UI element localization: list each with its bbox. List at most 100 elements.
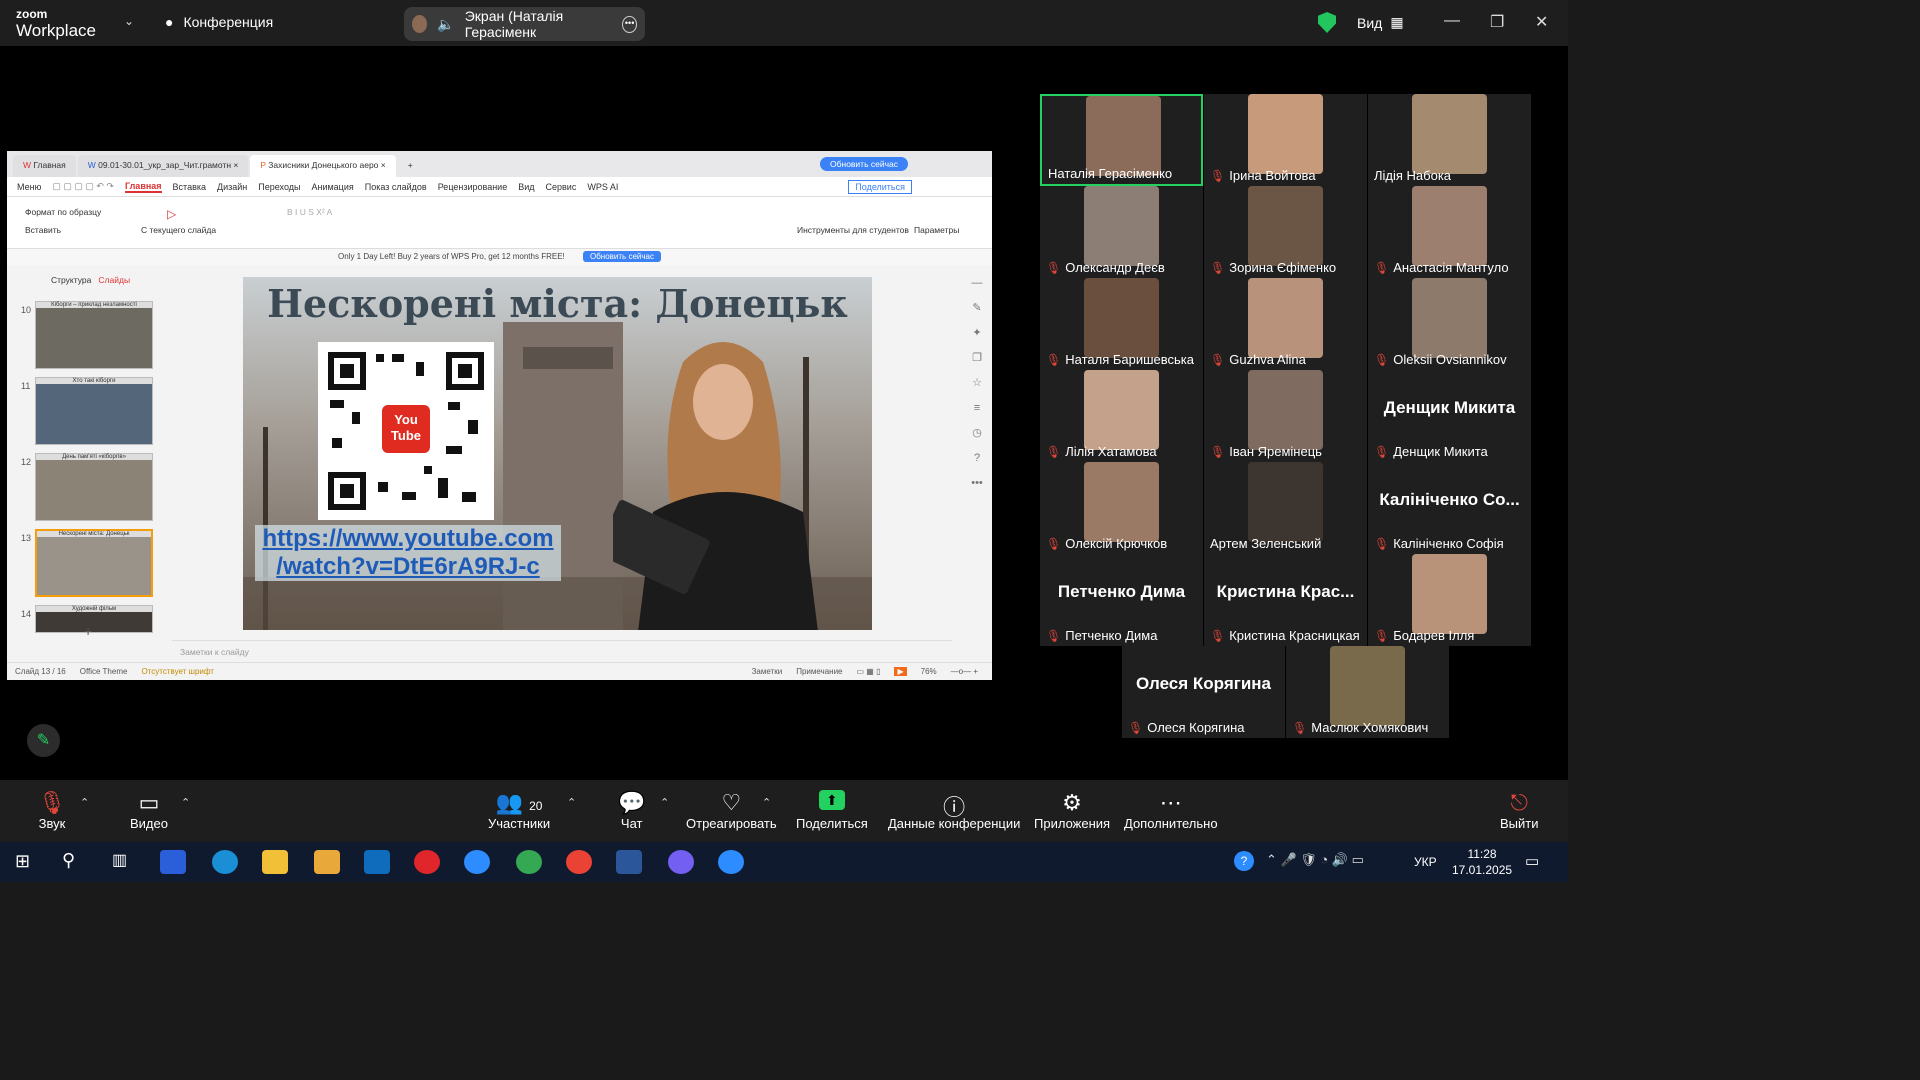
participant-tile[interactable]: 🎙 Лілія Хатамова <box>1040 370 1203 462</box>
play-icon[interactable]: ▷ <box>167 207 176 221</box>
zoom-level[interactable]: 76% <box>921 667 937 676</box>
slide-thumbnail[interactable]: Художній фільм <box>35 605 153 633</box>
store-icon[interactable] <box>314 850 340 874</box>
meeting-menu[interactable]: ● Конференция <box>165 14 273 30</box>
slideshow-icon[interactable]: ▶ <box>894 667 907 676</box>
participants-button[interactable]: 👥 20 Участники <box>488 790 550 831</box>
participant-tile[interactable]: 🎙 Guzhva Alina <box>1204 278 1367 370</box>
shield-icon[interactable] <box>1318 12 1336 33</box>
participant-tile[interactable]: Олеся Корягина 🎙 Олеся Корягина <box>1122 646 1285 738</box>
meeting-info-button[interactable]: ⓘ Данные конференции <box>888 790 1020 831</box>
leave-button[interactable]: ⎋ Выйти <box>1500 790 1539 831</box>
menu-design[interactable]: Дизайн <box>217 182 247 192</box>
language-indicator[interactable]: УКР <box>1414 855 1437 869</box>
add-tab-icon[interactable]: + <box>398 155 423 177</box>
menu-item[interactable]: Меню <box>17 182 41 192</box>
notifications-icon[interactable]: ▭ <box>1525 852 1539 870</box>
paste-button[interactable]: Вставить <box>25 225 61 235</box>
search-icon[interactable]: ⚲ <box>62 850 75 871</box>
participant-tile[interactable]: 🎙 Олександр Деєв <box>1040 186 1203 278</box>
minimize-icon[interactable]: — <box>1444 12 1460 30</box>
participant-tile[interactable]: Лідія Набока <box>1368 94 1531 186</box>
menu-slideshow[interactable]: Показ слайдов <box>365 182 427 192</box>
participant-tile[interactable]: Калініченко Со... 🎙 Калініченко Софія <box>1368 462 1531 554</box>
clock[interactable]: 11:28 17.01.2025 <box>1452 846 1512 878</box>
participant-tile[interactable]: 🎙 Олексій Крючков <box>1040 462 1203 554</box>
tab-slides[interactable]: Слайды <box>98 275 130 285</box>
update-button[interactable]: Обновить сейчас <box>820 157 908 171</box>
more-button[interactable]: ⋯ Дополнительно <box>1124 790 1218 831</box>
side-tool-icons[interactable]: — ✎ ✦ ❐ ☆ ≡ ◷? ••• <box>962 265 992 496</box>
participant-tile[interactable]: 🎙 Ірина Войтова <box>1204 94 1367 186</box>
chevron-down-icon[interactable]: ⌄ <box>124 14 134 28</box>
participant-tile[interactable]: Кристина Крас... 🎙 Кристина Красницкая <box>1204 554 1367 646</box>
tab-home[interactable]: W Главная <box>13 155 76 177</box>
menu-wps-ai[interactable]: WPS AI <box>587 182 618 192</box>
chat-caret[interactable]: ⌃ <box>660 796 669 809</box>
video-options-caret[interactable]: ⌃ <box>181 796 190 809</box>
tab-structure[interactable]: Структура <box>51 275 91 285</box>
view-mode-icons[interactable]: ▭ ▦ ▯ <box>857 667 881 676</box>
student-tools[interactable]: Инструменты для студентов <box>797 225 909 235</box>
participant-tile[interactable]: Денщик Микита 🎙 Денщик Микита <box>1368 370 1531 462</box>
promo-button[interactable]: Обновить сейчас <box>583 251 661 262</box>
comment-toggle[interactable]: Примечание <box>796 667 842 676</box>
more-icon[interactable]: ••• <box>622 15 637 33</box>
menu-animation[interactable]: Анимация <box>311 182 353 192</box>
notes-toggle[interactable]: Заметки <box>752 667 783 676</box>
zoom-icon[interactable] <box>718 850 744 874</box>
outlook-icon[interactable] <box>364 850 390 874</box>
viber-icon[interactable] <box>668 850 694 874</box>
participant-tile[interactable]: 🎙 Зорина Єфіменко <box>1204 186 1367 278</box>
participant-tile[interactable]: 🎙 Oleksii Ovsiannikov <box>1368 278 1531 370</box>
participant-tile[interactable]: Петченко Дима 🎙 Петченко Дима <box>1040 554 1203 646</box>
slide-youtube-link[interactable]: https://www.youtube.com/watch?v=DtE6rA9R… <box>255 525 561 581</box>
apps-button[interactable]: ⚙ Приложения <box>1034 790 1110 831</box>
chat-button[interactable]: 💬 Чат <box>618 790 645 831</box>
audio-button[interactable]: 🎙 Звук <box>38 790 66 831</box>
tab-doc[interactable]: W 09.01-30.01_укр_зар_Чит.грамотн × <box>77 155 249 177</box>
participant-tile[interactable]: 🎙 Наталя Баришевська <box>1040 278 1203 370</box>
screen-share-status[interactable]: 🔈 Экран (Наталія Герасіменк ••• <box>404 7 645 41</box>
format-painter[interactable]: Формат по образцу <box>25 207 101 217</box>
menu-view[interactable]: Вид <box>518 182 534 192</box>
participant-tile[interactable]: 🎙 Анастасія Мантуло <box>1368 186 1531 278</box>
participant-tile[interactable]: Артем Зеленський <box>1204 462 1367 554</box>
teamviewer-icon[interactable] <box>464 850 490 874</box>
chrome-profile-icon[interactable] <box>566 850 592 874</box>
menu-service[interactable]: Сервис <box>546 182 577 192</box>
zoom-slider[interactable]: —o— + <box>951 667 978 676</box>
share-screen-button[interactable]: ⬆ Поделиться <box>796 790 868 831</box>
restore-icon[interactable]: ❐ <box>1490 12 1504 32</box>
add-slide-icon[interactable]: + <box>84 623 92 639</box>
tab-presentation[interactable]: P Захисники Донецького аеро × <box>250 155 396 177</box>
font-controls[interactable]: B I U S X² A <box>287 207 332 217</box>
params-button[interactable]: Параметры <box>914 225 959 235</box>
video-button[interactable]: ▭ Видео <box>130 790 168 831</box>
menu-home[interactable]: Главная <box>124 181 162 193</box>
participant-tile[interactable]: Наталія Герасіменко <box>1040 94 1203 186</box>
slide-thumbnail[interactable]: Кіборги – приклад незламності <box>35 301 153 369</box>
task-view-icon[interactable]: ▥ <box>112 850 127 870</box>
participants-caret[interactable]: ⌃ <box>567 796 576 809</box>
audio-options-caret[interactable]: ⌃ <box>80 796 89 809</box>
participant-tile[interactable]: 🎙 Іван Яремінець <box>1204 370 1367 462</box>
slide-thumbnail-selected[interactable]: Нескорені міста: Донецьк <box>35 529 153 597</box>
missing-font-warning[interactable]: Отсутствует шрифт <box>141 667 214 676</box>
participant-tile[interactable]: 🎙 Маслюк Хомякович <box>1286 646 1449 738</box>
participant-tile[interactable]: 🎙 Бодарев Ілля <box>1368 554 1531 646</box>
chrome-icon[interactable] <box>516 850 542 874</box>
opera-icon[interactable] <box>414 850 440 874</box>
annotate-pencil-icon[interactable]: ✎ <box>27 724 60 757</box>
folder-icon[interactable] <box>262 850 288 874</box>
edge-icon[interactable] <box>212 850 238 874</box>
word-icon[interactable] <box>616 850 642 874</box>
windows-start-icon[interactable]: ⊞ <box>15 851 30 872</box>
close-icon[interactable]: ✕ <box>1535 12 1548 32</box>
slide-thumbnail[interactable]: День пам'яті «кіборгів» <box>35 453 153 521</box>
menu-transitions[interactable]: Переходы <box>258 182 300 192</box>
view-button[interactable]: Вид ▦ <box>1357 14 1404 31</box>
menu-review[interactable]: Рецензирование <box>438 182 508 192</box>
share-button[interactable]: Поделиться <box>848 179 912 194</box>
notes-field[interactable]: Заметки к слайду <box>172 640 952 662</box>
